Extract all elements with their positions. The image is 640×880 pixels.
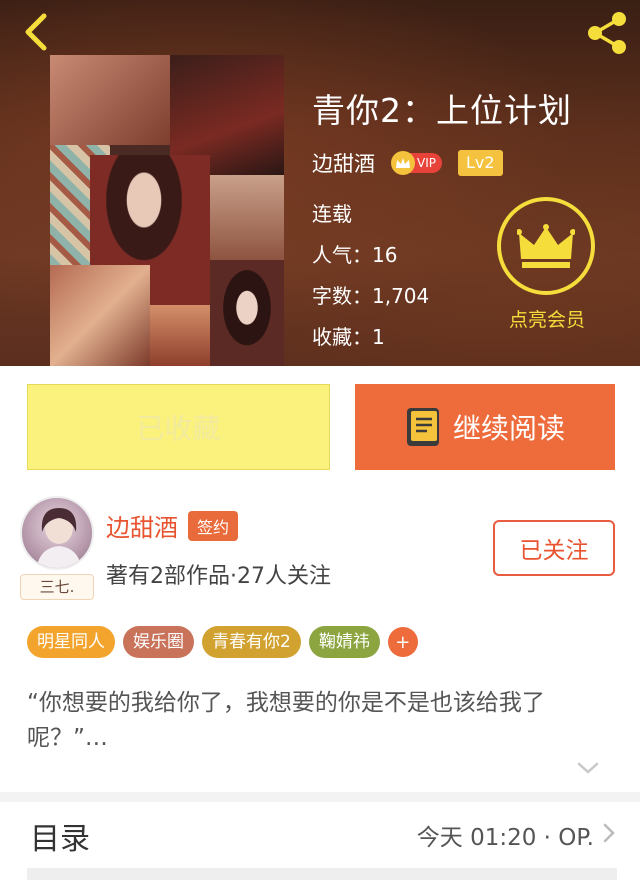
continue-reading-label: 继续阅读 [452, 412, 565, 445]
table-of-contents-row[interactable]: 目录 今天 01:20 · OP. [0, 802, 640, 864]
favorites-count: 收藏：1 [312, 325, 385, 349]
level-badge: Lv2 [457, 150, 503, 176]
cover-collage-piece [210, 260, 284, 366]
tag-list: 明星同人 娱乐圈 青春有你2 鞠婧祎 + [27, 626, 418, 658]
cover-collage-piece [150, 305, 210, 366]
tag-item[interactable]: 明星同人 [27, 626, 115, 658]
signed-badge: 签约 [188, 510, 239, 541]
popularity: 人气：16 [312, 243, 398, 267]
word-count: 字数：1,704 [312, 284, 430, 308]
avatar-portrait [36, 508, 82, 568]
cover-collage-piece [50, 55, 170, 145]
member-ring [497, 197, 595, 295]
next-section-peek [27, 868, 617, 880]
share-button[interactable] [582, 8, 632, 58]
share-icon [588, 12, 626, 54]
tag-item[interactable]: 娱乐圈 [123, 626, 194, 658]
cover-collage-piece [210, 175, 284, 265]
member-button[interactable]: 点亮会员 [497, 197, 597, 332]
follow-button[interactable]: 已关注 [493, 520, 615, 576]
crown-icon [517, 224, 575, 268]
chevron-left-icon [25, 13, 47, 51]
author-card-name[interactable]: 边甜酒 [106, 508, 178, 543]
book-icon [406, 408, 439, 446]
chevron-down-icon [577, 762, 599, 774]
cover-collage-piece [50, 265, 150, 366]
expand-intro-button[interactable] [576, 760, 600, 776]
book-intro: “你想要的我给你了，我想要的你是不是也该给我了呢？”… [27, 690, 545, 751]
toc-title: 目录 [30, 822, 90, 857]
author-name[interactable]: 边甜酒 [312, 148, 375, 178]
author-meta: 著有2部作品·27人关注 [106, 564, 331, 589]
tag-item[interactable]: 鞠婧祎 [308, 626, 380, 658]
book-stats: 连载 人气：16 字数：1,704 收藏：1 [312, 200, 429, 364]
toc-latest-update: 今天 01:20 · OP. [416, 825, 594, 851]
section-divider [0, 792, 640, 802]
book-header: 青你2：上位计划 边甜酒 VIP Lv2 连载 人气：16 字数：1,704 收… [0, 0, 640, 366]
add-tag-button[interactable]: + [387, 627, 418, 657]
follow-label: 已关注 [519, 538, 589, 564]
book-title: 青你2：上位计划 [312, 91, 572, 130]
author-info: 边甜酒 签约 [106, 508, 239, 543]
author-row: 边甜酒 VIP Lv2 [312, 146, 503, 180]
continue-reading-button[interactable]: 继续阅读 [355, 384, 615, 470]
collected-button[interactable]: 已收藏 [27, 384, 330, 470]
vip-badge: VIP [391, 151, 442, 175]
member-label: 点亮会员 [508, 309, 585, 331]
avatar[interactable] [20, 496, 94, 570]
crown-icon [391, 151, 415, 175]
book-cover[interactable] [50, 55, 284, 366]
back-button[interactable] [14, 10, 58, 54]
chevron-right-icon [603, 823, 615, 843]
avatar-tag: 三七. [20, 574, 94, 600]
collected-label: 已收藏 [136, 412, 221, 445]
serial-status: 连载 [312, 202, 352, 226]
tag-item[interactable]: 青春有你2 [202, 626, 301, 658]
